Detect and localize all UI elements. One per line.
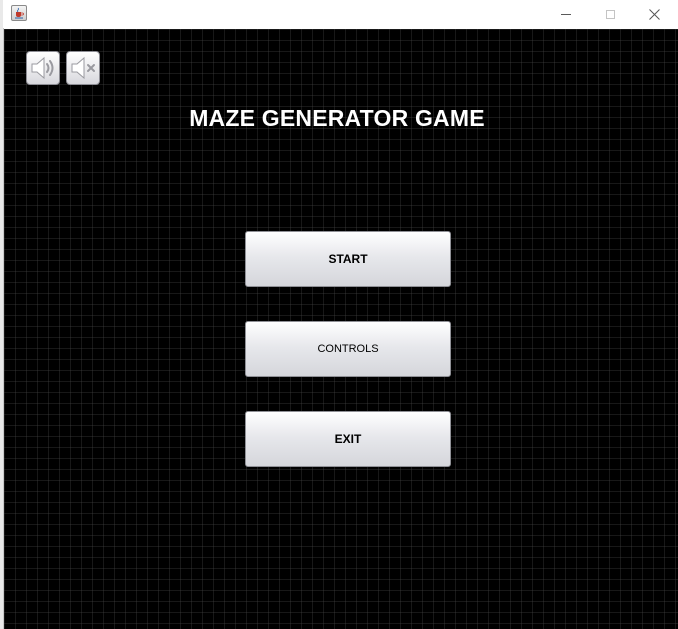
start-button[interactable]: START — [245, 231, 451, 287]
controls-button[interactable]: CONTROLS — [245, 321, 451, 377]
sound-on-button[interactable] — [26, 51, 60, 85]
speaker-muted-icon — [71, 56, 95, 80]
minimize-icon — [561, 13, 571, 15]
title-bar[interactable] — [3, 0, 678, 28]
exit-button[interactable]: EXIT — [245, 411, 451, 467]
maximize-button[interactable] — [587, 0, 633, 28]
java-cup-icon — [11, 5, 27, 21]
game-canvas: MAZE GENERATOR GAME START CONTROLS EXIT — [4, 29, 678, 629]
mute-button[interactable] — [66, 51, 100, 85]
maximize-icon — [605, 9, 615, 19]
app-window: MAZE GENERATOR GAME START CONTROLS EXIT — [0, 0, 678, 629]
speaker-on-icon — [31, 56, 54, 80]
close-button[interactable] — [631, 0, 677, 28]
close-icon — [648, 8, 660, 20]
minimize-button[interactable] — [543, 0, 589, 28]
game-title: MAZE GENERATOR GAME — [189, 105, 485, 131]
